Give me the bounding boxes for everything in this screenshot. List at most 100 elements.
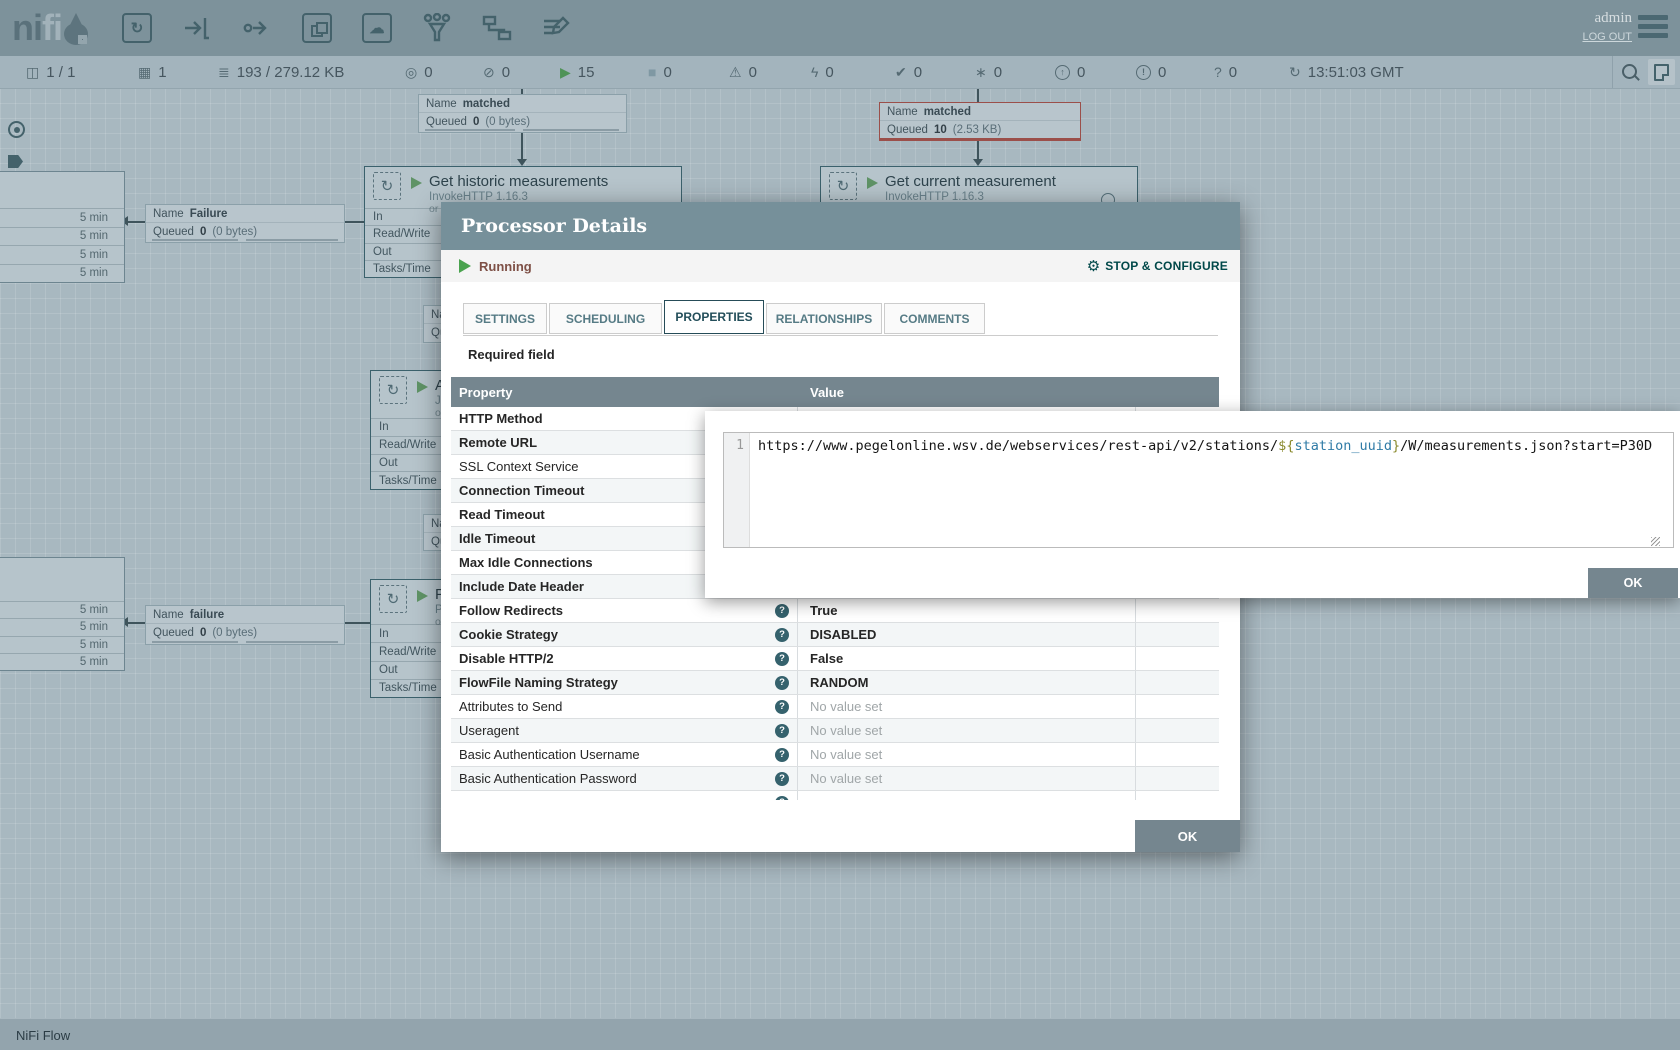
running-icon: ▶ bbox=[560, 65, 571, 79]
editor-ok-button[interactable]: OK bbox=[1588, 568, 1678, 598]
queue-stat-bar bbox=[425, 129, 515, 131]
status-locally-modified: ∗0 bbox=[975, 56, 1002, 88]
connection-line bbox=[977, 139, 979, 160]
status-queued: ≣193 / 279.12 KB bbox=[218, 56, 344, 88]
help-icon[interactable]: ? bbox=[775, 748, 789, 762]
required-field-note: Required field bbox=[468, 347, 555, 362]
disabled-icon: ϟ bbox=[811, 65, 818, 79]
help-icon[interactable]: ? bbox=[775, 796, 789, 801]
process-group-icon: ▦ bbox=[138, 65, 151, 79]
status-bar: ◫1 / 1 ▦1 ≣193 / 279.12 KB ◎0 ⊘0 ▶15 ■0 … bbox=[0, 56, 1680, 89]
queued-count: 0 bbox=[200, 627, 206, 639]
logout-link[interactable]: LOG OUT bbox=[1582, 31, 1632, 43]
status-disabled: ϟ0 bbox=[811, 56, 834, 88]
queued-count: 0 bbox=[200, 226, 206, 238]
connection-line bbox=[343, 622, 370, 624]
dialog-title: Processor Details bbox=[461, 215, 647, 237]
tab-properties[interactable]: PROPERTIES bbox=[664, 300, 764, 334]
add-processor-icon[interactable]: ↻ bbox=[120, 11, 154, 45]
status-up-to-date: ✔0 bbox=[895, 56, 922, 88]
connection-label-failure[interactable]: NameFailure Queued0(0 bytes) bbox=[145, 204, 345, 243]
remote-process-group-icon[interactable]: ☁ bbox=[360, 11, 394, 45]
processor-title: Get historic measurements bbox=[429, 173, 608, 190]
help-icon[interactable]: ? bbox=[775, 700, 789, 714]
stat-value: 5 min bbox=[0, 601, 124, 618]
processor-clipped-left-bottom[interactable]: 5 min 5 min 5 min 5 min bbox=[0, 557, 125, 671]
table-row: FlowFile Naming Strategy?RANDOM bbox=[451, 671, 1219, 695]
status-sync-failure: ?0 bbox=[1214, 56, 1237, 88]
queued-label: Queued bbox=[153, 226, 194, 238]
stat-value: 5 min bbox=[0, 653, 124, 670]
status-process-groups: ▦1 bbox=[138, 56, 167, 88]
birdseye-toggle-button[interactable] bbox=[1648, 59, 1675, 85]
dialog-ok-button[interactable]: OK bbox=[1135, 820, 1240, 852]
stop-and-configure-button[interactable]: ⚙ STOP & CONFIGURE bbox=[1087, 250, 1228, 282]
process-group-icon[interactable] bbox=[300, 11, 334, 45]
funnel-icon[interactable] bbox=[8, 121, 25, 138]
status-active-threads: ◫1 / 1 bbox=[26, 56, 75, 88]
queued-size: (0 bytes) bbox=[212, 627, 257, 639]
threads-icon: ◫ bbox=[26, 65, 39, 79]
help-icon[interactable]: ? bbox=[775, 772, 789, 786]
table-row: Useragent?No value set bbox=[451, 719, 1219, 743]
status-running: ▶15 bbox=[560, 56, 594, 88]
global-menu-icon[interactable] bbox=[1638, 15, 1668, 42]
resize-handle-icon[interactable] bbox=[1651, 537, 1660, 546]
help-icon[interactable]: ? bbox=[775, 628, 789, 642]
search-icon[interactable] bbox=[1622, 64, 1637, 79]
queue-stat-bar bbox=[152, 641, 238, 643]
queued-icon: ≣ bbox=[218, 65, 230, 79]
arrowhead-icon bbox=[973, 159, 983, 166]
breadcrumb[interactable]: NiFi Flow bbox=[16, 1028, 70, 1043]
help-icon[interactable]: ? bbox=[775, 604, 789, 618]
tab-scheduling[interactable]: SCHEDULING bbox=[549, 303, 662, 334]
not-transmitting-icon: ⊘ bbox=[483, 65, 495, 79]
value-editor[interactable]: 1 https://www.pegelonline.wsv.de/webserv… bbox=[723, 432, 1674, 548]
stat-value: 5 min bbox=[0, 264, 124, 283]
page-icon bbox=[1654, 64, 1669, 81]
label-icon[interactable] bbox=[540, 11, 574, 45]
help-icon[interactable]: ? bbox=[775, 652, 789, 666]
nifi-app: Namematched Queued0(0 bytes) Namematched… bbox=[0, 0, 1680, 1050]
value-editor-popup: 1 https://www.pegelonline.wsv.de/webserv… bbox=[705, 411, 1680, 598]
queued-count: 0 bbox=[473, 116, 479, 128]
template-icon[interactable] bbox=[480, 11, 514, 45]
funnel-icon[interactable] bbox=[420, 11, 454, 45]
value-code[interactable]: https://www.pegelonline.wsv.de/webservic… bbox=[750, 433, 1673, 547]
top-toolbar: nifi ↻ ☁ admin LOG OUT bbox=[0, 0, 1680, 56]
status-last-refresh: ↻13:51:03 GMT bbox=[1289, 56, 1404, 88]
connection-name-label: Name bbox=[426, 98, 457, 110]
tab-settings[interactable]: SETTINGS bbox=[463, 303, 547, 334]
stat-value: 5 min bbox=[0, 208, 124, 227]
running-icon bbox=[459, 259, 471, 273]
breadcrumb-bar: NiFi Flow bbox=[0, 1018, 1680, 1050]
output-port-icon[interactable] bbox=[240, 11, 274, 45]
locally-modified-stale-icon: ! bbox=[1136, 65, 1151, 80]
tab-comments[interactable]: COMMENTS bbox=[884, 303, 985, 334]
status-not-transmitting: ⊘0 bbox=[483, 56, 510, 88]
connection-line bbox=[128, 622, 145, 624]
help-icon[interactable]: ? bbox=[775, 676, 789, 690]
table-row: Disable HTTP/2?False bbox=[451, 647, 1219, 671]
divider bbox=[1612, 56, 1613, 88]
run-status-text: Running bbox=[479, 259, 532, 274]
help-icon[interactable]: ? bbox=[775, 724, 789, 738]
connection-label-matched-alert[interactable]: Namematched Queued10(2.53 KB) bbox=[879, 102, 1081, 141]
connection-label-failure2[interactable]: Namefailure Queued0(0 bytes) bbox=[145, 605, 345, 645]
queue-stat-bar bbox=[523, 129, 619, 131]
connection-line bbox=[977, 88, 979, 102]
dialog-header: Processor Details bbox=[441, 202, 1240, 250]
input-port-icon[interactable] bbox=[180, 11, 214, 45]
connection-line bbox=[521, 131, 523, 160]
tab-relationships[interactable]: RELATIONSHIPS bbox=[766, 303, 882, 334]
refresh-icon[interactable]: ↻ bbox=[1289, 65, 1301, 79]
run-status-icon bbox=[417, 381, 428, 393]
processor-type-icon: ↻ bbox=[379, 376, 407, 404]
line-number-gutter: 1 bbox=[724, 433, 750, 547]
connection-label-matched[interactable]: Namematched Queued0(0 bytes) bbox=[418, 94, 627, 133]
stat-value: 5 min bbox=[0, 227, 124, 246]
connection-name: matched bbox=[924, 106, 971, 118]
run-status-icon bbox=[411, 177, 422, 189]
status-invalid: ⚠0 bbox=[729, 56, 757, 88]
processor-clipped-left-top[interactable]: 5 min 5 min 5 min 5 min bbox=[0, 171, 125, 283]
